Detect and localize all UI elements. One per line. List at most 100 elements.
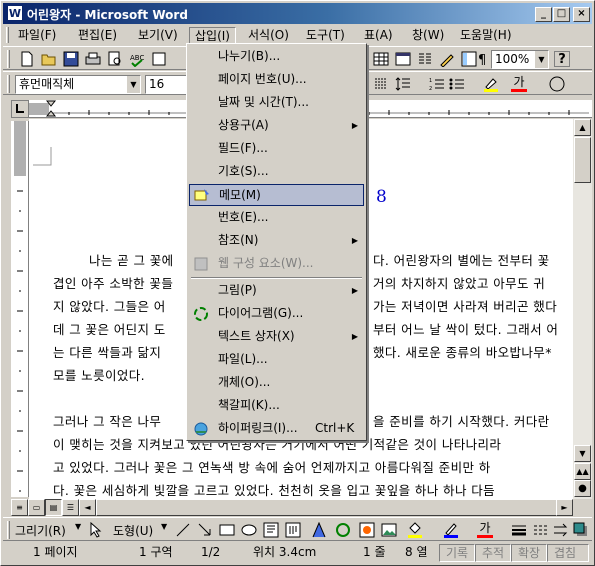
- bullets-icon[interactable]: [449, 76, 465, 92]
- table-icon[interactable]: [373, 51, 389, 67]
- help-icon[interactable]: ?: [554, 51, 570, 67]
- menu-item-symbol[interactable]: 기호(S)...: [189, 161, 364, 183]
- save-icon[interactable]: [63, 51, 79, 67]
- print-icon[interactable]: [85, 51, 101, 67]
- numbering-icon[interactable]: 12: [429, 76, 445, 92]
- enclosed-character-icon[interactable]: [549, 76, 565, 92]
- diagram-icon[interactable]: [335, 522, 351, 538]
- clip-art-icon[interactable]: [359, 522, 375, 538]
- vertical-text-box-icon[interactable]: [285, 522, 301, 538]
- status-rec[interactable]: 기록: [439, 544, 475, 562]
- wordart-icon[interactable]: [311, 521, 327, 538]
- menu-view[interactable]: 보기(V): [133, 27, 183, 44]
- menu-item-picture[interactable]: 그림(P) ▶: [189, 280, 364, 302]
- menu-item-text-box[interactable]: 텍스트 상자(X) ▶: [189, 326, 364, 348]
- vertical-scrollbar[interactable]: ▲ ▼ ▲▲ ●: [573, 119, 592, 499]
- menu-item-autotext[interactable]: 상용구(A) ▶: [189, 115, 364, 137]
- menu-tools[interactable]: 도구(T): [301, 27, 350, 44]
- menu-format[interactable]: 서식(O): [243, 27, 294, 44]
- browse-object-icon[interactable]: ●: [574, 480, 591, 497]
- font-name-combo[interactable]: 휴먼매직체 ▼: [15, 75, 141, 94]
- scroll-thumb[interactable]: [574, 137, 591, 183]
- shadow-style-icon[interactable]: [573, 522, 589, 538]
- menu-insert[interactable]: 삽입(I): [189, 27, 236, 44]
- arrow-icon[interactable]: [197, 522, 213, 538]
- menu-help[interactable]: 도움말(H): [455, 27, 517, 44]
- line-spacing-icon[interactable]: [395, 76, 411, 92]
- menu-item-reference[interactable]: 참조(N) ▶: [189, 230, 364, 252]
- outline-view-icon[interactable]: ☰: [62, 499, 79, 516]
- autoshapes-button[interactable]: 도형(U): [113, 522, 153, 539]
- word-app-icon[interactable]: W: [7, 5, 23, 21]
- web-layout-view-icon[interactable]: ▭: [28, 499, 45, 516]
- menu-item-object[interactable]: 개체(O)...: [189, 372, 364, 394]
- line-icon[interactable]: [175, 522, 191, 538]
- format-toolbar-grip[interactable]: [7, 75, 10, 93]
- fill-color-icon[interactable]: [407, 522, 423, 538]
- font-name-arrow-icon[interactable]: ▼: [126, 76, 140, 93]
- spelling-icon[interactable]: ABC: [129, 51, 145, 68]
- menu-item-file[interactable]: 파일(L)...: [189, 349, 364, 371]
- drawing-font-color-icon[interactable]: 가: [477, 522, 493, 538]
- scroll-up-icon[interactable]: ▲: [574, 119, 591, 136]
- research-icon[interactable]: [151, 51, 167, 67]
- menu-item-comment[interactable]: 메모(M): [189, 184, 364, 206]
- status-trk[interactable]: 추적: [475, 544, 511, 562]
- show-hide-icon[interactable]: ¶: [477, 51, 489, 68]
- font-size-combo[interactable]: 16: [145, 75, 187, 94]
- rectangle-icon[interactable]: [219, 522, 235, 538]
- menu-item-field[interactable]: 필드(F)...: [189, 138, 364, 160]
- hscroll-thumb[interactable]: [96, 499, 566, 516]
- maximize-button[interactable]: □: [553, 7, 570, 22]
- menu-edit[interactable]: 편집(E): [73, 27, 122, 44]
- arrow-style-icon[interactable]: [553, 522, 569, 538]
- dash-style-icon[interactable]: [533, 522, 549, 538]
- excel-sheet-icon[interactable]: [395, 51, 411, 67]
- drawing-toolbar-grip[interactable]: [7, 521, 10, 539]
- minimize-button[interactable]: _: [535, 7, 552, 22]
- status-ext[interactable]: 확장: [511, 544, 547, 562]
- drawing-toggle-icon[interactable]: [439, 51, 455, 68]
- menubar-grip[interactable]: [6, 27, 9, 43]
- zoom-combo[interactable]: 100% ▼: [491, 50, 549, 69]
- menu-file[interactable]: 파일(F): [13, 27, 61, 44]
- scroll-down-icon[interactable]: ▼: [574, 445, 591, 462]
- document-map-icon[interactable]: [461, 51, 477, 67]
- font-color-icon[interactable]: 가: [511, 76, 527, 92]
- select-objects-icon[interactable]: [87, 521, 103, 538]
- text-box-icon[interactable]: [263, 522, 279, 538]
- tab-selector[interactable]: [11, 100, 29, 118]
- distributed-icon[interactable]: [373, 76, 389, 92]
- line-style-icon[interactable]: [511, 522, 527, 538]
- print-layout-view-icon[interactable]: ▤: [45, 499, 62, 516]
- menu-item-hyperlink[interactable]: 하이퍼링크(I)... Ctrl+K: [189, 418, 364, 440]
- normal-view-icon[interactable]: ≡: [11, 499, 28, 516]
- menu-item-diagram[interactable]: 다이어그램(G)...: [189, 303, 364, 325]
- print-preview-icon[interactable]: [107, 51, 123, 67]
- open-folder-icon[interactable]: [41, 51, 57, 67]
- menu-item-page-numbers[interactable]: 페이지 번호(U)...: [189, 69, 364, 91]
- menu-item-date-time[interactable]: 날짜 및 시간(T)...: [189, 92, 364, 114]
- zoom-dropdown-arrow-icon[interactable]: ▼: [534, 51, 548, 68]
- menu-item-break[interactable]: 나누기(B)...: [189, 46, 364, 68]
- menu-item-bookmark[interactable]: 책갈피(K)...: [189, 395, 364, 417]
- horizontal-scrollbar[interactable]: ≡ ▭ ▤ ☰ ◄ ►: [11, 499, 573, 516]
- highlight-icon[interactable]: [483, 76, 499, 92]
- status-ovr[interactable]: 겹침: [547, 544, 589, 562]
- line-color-icon[interactable]: [443, 522, 459, 538]
- menu-window[interactable]: 창(W): [407, 27, 449, 44]
- draw-menu-button[interactable]: 그리기(R): [15, 522, 66, 539]
- oval-icon[interactable]: [241, 522, 257, 538]
- previous-page-icon[interactable]: ▲▲: [574, 463, 591, 480]
- menu-table[interactable]: 표(A): [359, 27, 398, 44]
- close-button[interactable]: ×: [573, 7, 590, 22]
- toolbar-grip[interactable]: [7, 50, 10, 68]
- columns-icon[interactable]: [417, 51, 433, 67]
- menu-item-caption[interactable]: 번호(E)...: [189, 207, 364, 229]
- scroll-right-icon[interactable]: ►: [556, 499, 573, 516]
- new-document-icon[interactable]: [19, 51, 35, 67]
- insert-picture-icon[interactable]: [381, 522, 397, 538]
- title-bar[interactable]: W 어린왕자 - Microsoft Word _ □ ×: [3, 3, 592, 24]
- vertical-ruler[interactable]: [11, 121, 29, 497]
- scroll-left-icon[interactable]: ◄: [79, 499, 96, 516]
